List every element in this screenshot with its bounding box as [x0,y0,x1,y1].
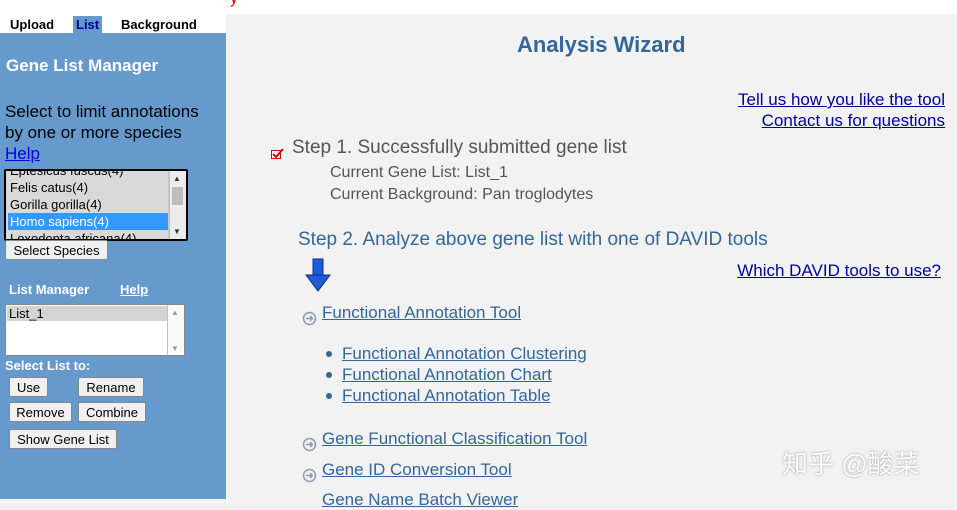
use-button[interactable]: Use [9,377,48,397]
rename-button[interactable]: Rename [78,377,144,397]
tab-upload[interactable]: Upload [7,16,57,33]
banner-text: y [230,0,238,8]
species-instruction: Select to limit annotations by one or mo… [5,102,199,142]
current-gene-list: Current Gene List: List_1 [330,164,508,181]
checkmark-icon [271,148,284,159]
arrow-circle-icon [302,468,317,483]
left-panel: Upload List Background Gene List Manager… [0,14,226,499]
species-listbox[interactable]: Eptesicus fuscus(4) Felis catus(4) Goril… [4,169,188,241]
down-arrow-icon [305,258,331,292]
bullet-icon [326,393,332,399]
species-option[interactable]: Loxodonta africana(4) [8,230,168,239]
annotation-table-link[interactable]: Functional Annotation Table [342,386,551,406]
list-item[interactable]: List_1 [7,306,169,321]
name-batch-viewer-link[interactable]: Gene Name Batch Viewer [322,490,518,510]
classification-tool-link[interactable]: Gene Functional Classification Tool [322,429,587,449]
tab-bar: Upload List Background [0,14,226,33]
combine-button[interactable]: Combine [78,402,146,422]
id-conversion-tool-link[interactable]: Gene ID Conversion Tool [322,460,512,480]
gene-list-manager-title: Gene List Manager [6,56,159,75]
annotation-chart-link[interactable]: Functional Annotation Chart [342,365,552,385]
species-option[interactable]: Gorilla gorilla(4) [8,196,168,213]
species-option-selected[interactable]: Homo sapiens(4) [8,213,168,230]
arrow-circle-icon [302,311,317,326]
scroll-up-icon[interactable]: ▲ [173,174,181,183]
tab-background[interactable]: Background [118,16,200,33]
watermark: 知乎 @酸菜 [782,449,920,479]
tab-list[interactable]: List [73,16,103,33]
scroll-thumb[interactable] [172,187,183,205]
step2-heading: Step 2. Analyze above gene list with one… [298,229,768,250]
current-background: Current Background: Pan troglodytes [330,186,594,203]
species-option[interactable]: Eptesicus fuscus(4) [8,171,168,179]
contact-link[interactable]: Contact us for questions [762,111,945,131]
annotation-clustering-link[interactable]: Functional Annotation Clustering [342,344,587,364]
species-scrollbar[interactable]: ▲ ▼ [169,171,186,239]
arrow-circle-icon [302,437,317,452]
scroll-down-icon[interactable]: ▼ [171,344,179,353]
show-gene-list-button[interactable]: Show Gene List [9,429,117,449]
scroll-down-icon[interactable]: ▼ [173,227,181,236]
bullet-icon [326,351,332,357]
scroll-up-icon[interactable]: ▲ [171,308,179,317]
feedback-link[interactable]: Tell us how you like the tool [738,90,945,110]
list-manager-help-link[interactable]: Help [120,282,148,297]
species-help-link[interactable]: Help [5,144,40,164]
select-list-label: Select List to: [5,358,91,373]
list-scrollbar[interactable]: ▲ ▼ [167,305,184,355]
step1-heading: Step 1. Successfully submitted gene list [292,137,627,158]
bullet-icon [326,372,332,378]
page-title: Analysis Wizard [517,32,686,57]
species-option[interactable]: Felis catus(4) [8,179,168,196]
list-manager-title: List Manager [9,282,90,297]
top-banner: y [0,0,957,14]
gene-list-listbox[interactable]: List_1 ▲ ▼ [5,304,185,356]
which-tools-link[interactable]: Which DAVID tools to use? [737,261,941,281]
functional-annotation-tool-link[interactable]: Functional Annotation Tool [322,303,521,323]
remove-button[interactable]: Remove [9,402,72,422]
select-species-button[interactable]: Select Species [5,240,108,260]
